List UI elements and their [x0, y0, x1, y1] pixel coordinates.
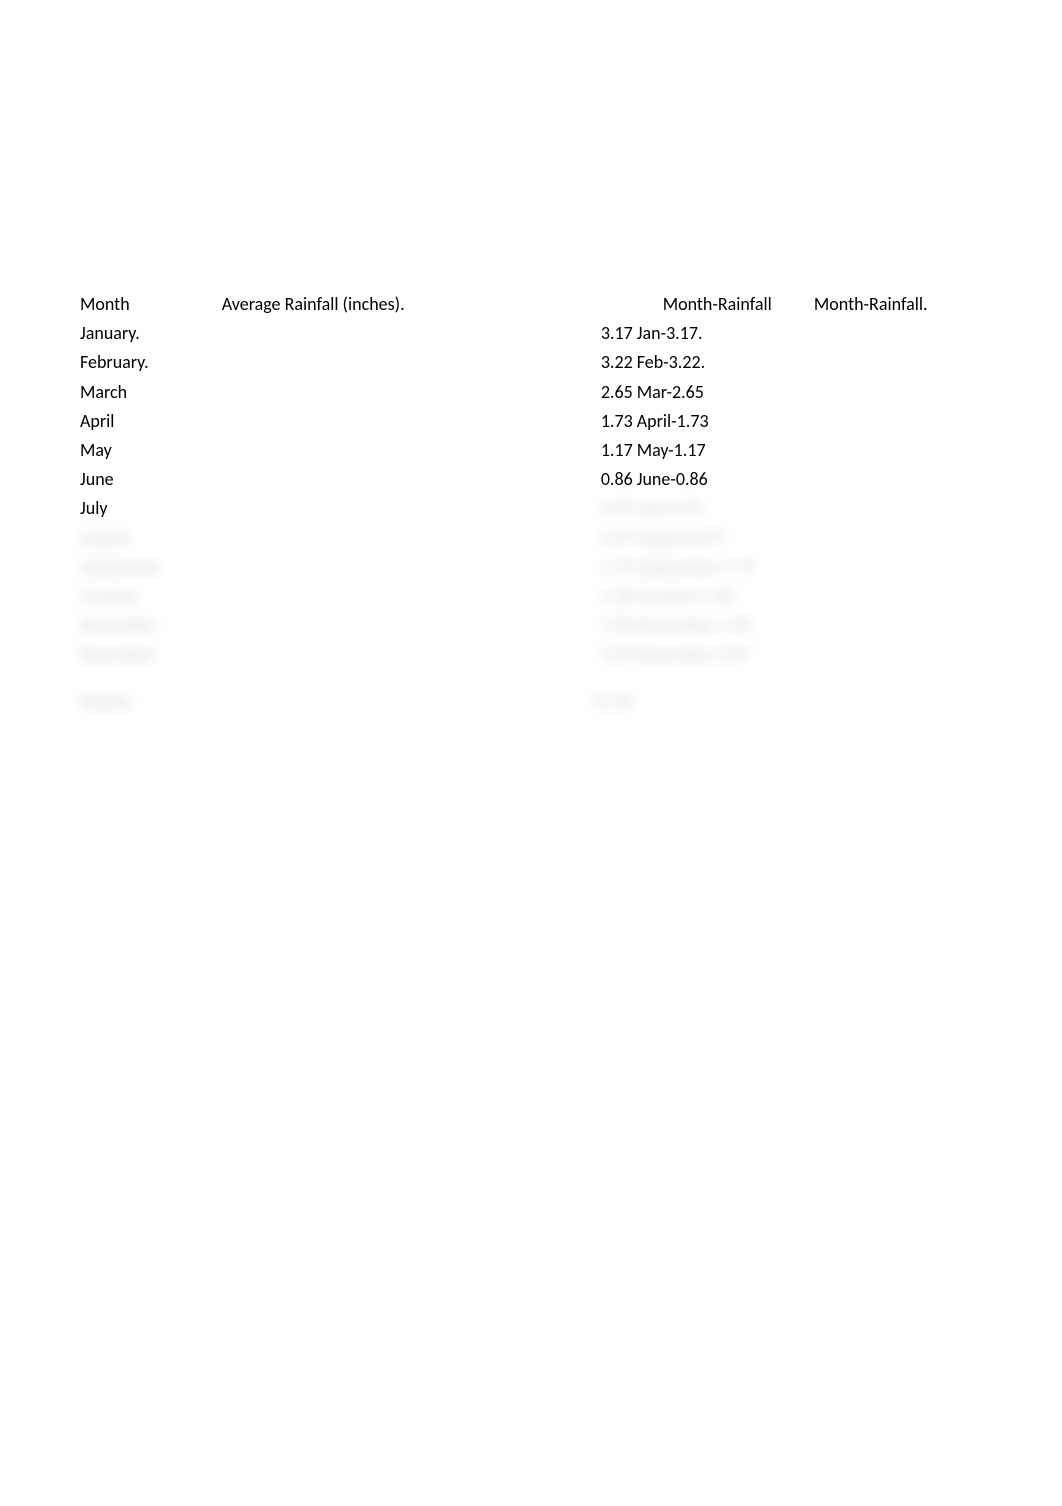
- cell-month-rainfall: Jan-3.17.: [633, 319, 810, 348]
- table-row: September1.79September-1.79: [80, 553, 980, 582]
- cell-month-rainfall-2: [810, 494, 980, 523]
- cell-month: October: [80, 582, 222, 611]
- cell-month-rainfall: September-1.79: [633, 553, 810, 582]
- cell-month: March: [80, 378, 222, 407]
- header-month: Month: [80, 290, 222, 319]
- cell-month-rainfall: July-0.99: [633, 494, 810, 523]
- cell-month: September: [80, 553, 222, 582]
- cell-month-rainfall: April-1.73: [633, 407, 810, 436]
- cell-month-rainfall: November-1.90: [633, 611, 810, 640]
- cell-rainfall: 3.17: [222, 319, 633, 348]
- table-row: July0.99July-0.99: [80, 494, 980, 523]
- rainfall-table: Month Average Rainfall (inches). Month-R…: [80, 290, 980, 717]
- cell-month-rainfall: October-1.58: [633, 582, 810, 611]
- table-header-row: Month Average Rainfall (inches). Month-R…: [80, 290, 980, 319]
- cell-month-rainfall-2: [810, 553, 980, 582]
- cell-month-rainfall-2: [810, 378, 980, 407]
- cell-rainfall: 0.86: [222, 465, 633, 494]
- cell-month-rainfall-2: [810, 407, 980, 436]
- table-row: December2.07December-2.07: [80, 640, 980, 669]
- cell-month-rainfall-2: [810, 524, 980, 553]
- cell-rainfall: 2.07: [222, 640, 633, 669]
- cell-rainfall: 3.22: [222, 348, 633, 377]
- table-row: February.3.22Feb-3.22.: [80, 348, 980, 377]
- table-row: June0.86June-0.86: [80, 465, 980, 494]
- cell-rainfall: 1.73: [222, 407, 633, 436]
- cell-month-rainfall-2: [810, 582, 980, 611]
- cell-month: February.: [80, 348, 222, 377]
- cell-month-rainfall-2: [810, 640, 980, 669]
- cell-month-rainfall-2: [810, 348, 980, 377]
- cell-rainfall: 2.65: [222, 378, 633, 407]
- footer-value: 21.26: [222, 687, 633, 716]
- header-month-rainfall-2: Month-Rainfall.: [810, 290, 980, 319]
- cell-month-rainfall-2: [810, 465, 980, 494]
- table-row: May1.17May-1.17: [80, 436, 980, 465]
- cell-rainfall: 1.58: [222, 582, 633, 611]
- cell-month: July: [80, 494, 222, 523]
- footer-label: Wettes: [80, 687, 222, 716]
- cell-month-rainfall-2: [810, 611, 980, 640]
- cell-rainfall: 1.79: [222, 553, 633, 582]
- cell-month: April: [80, 407, 222, 436]
- cell-month-rainfall: May-1.17: [633, 436, 810, 465]
- table-row: October1.58October-1.58: [80, 582, 980, 611]
- cell-month: November: [80, 611, 222, 640]
- table-row: November1.90November-1.90: [80, 611, 980, 640]
- cell-month-rainfall-2: [810, 436, 980, 465]
- cell-rainfall: 1.17: [222, 436, 633, 465]
- header-month-rainfall-1: Month-Rainfall: [633, 290, 810, 319]
- cell-month: August: [80, 524, 222, 553]
- table-row: April1.73April-1.73: [80, 407, 980, 436]
- table-footer-row: Wettes 21.26: [80, 687, 980, 716]
- table-row: March2.65Mar-2.65: [80, 378, 980, 407]
- cell-rainfall: 0.99: [222, 494, 633, 523]
- table-row: August0.97August-0.97: [80, 524, 980, 553]
- cell-month-rainfall: December-2.07: [633, 640, 810, 669]
- cell-month-rainfall: June-0.86: [633, 465, 810, 494]
- cell-month-rainfall: August-0.97: [633, 524, 810, 553]
- cell-rainfall: 1.90: [222, 611, 633, 640]
- cell-month-rainfall-2: [810, 319, 980, 348]
- cell-month: January.: [80, 319, 222, 348]
- header-rainfall: Average Rainfall (inches).: [222, 290, 633, 319]
- cell-month: June: [80, 465, 222, 494]
- cell-month-rainfall: Mar-2.65: [633, 378, 810, 407]
- cell-month-rainfall: Feb-3.22.: [633, 348, 810, 377]
- cell-month: May: [80, 436, 222, 465]
- cell-rainfall: 0.97: [222, 524, 633, 553]
- table-row: January.3.17Jan-3.17.: [80, 319, 980, 348]
- cell-month: December: [80, 640, 222, 669]
